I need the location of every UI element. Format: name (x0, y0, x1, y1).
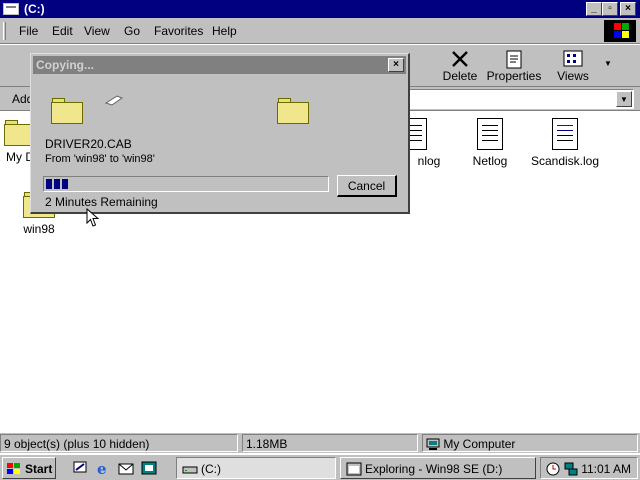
internet-explorer-icon[interactable]: e (95, 460, 111, 476)
copy-progress-bar (43, 176, 329, 192)
properties-label: Properties (486, 69, 542, 83)
file-item[interactable]: Netlog (452, 118, 528, 168)
menu-go[interactable]: Go (124, 24, 140, 38)
status-location: My Computer (443, 437, 516, 451)
network-icon[interactable] (563, 461, 579, 477)
task-label: (C:) (201, 462, 221, 476)
menu-help[interactable]: Help (212, 24, 237, 38)
start-label: Start (25, 462, 53, 476)
progress-fill (46, 179, 70, 189)
desktop-shortcut-icon[interactable] (72, 460, 88, 476)
destination-folder-icon (277, 98, 309, 124)
dialog-close-button[interactable]: × (388, 58, 404, 72)
menu-favorites[interactable]: Favorites (154, 24, 203, 38)
close-button[interactable]: × (620, 2, 636, 16)
drive-icon (3, 3, 19, 15)
file-label: Netlog (472, 154, 508, 168)
menu-view[interactable]: View (84, 24, 110, 38)
scheduler-icon[interactable] (545, 461, 561, 477)
dialog-title-bar[interactable]: Copying... × (33, 56, 406, 74)
copying-dialog: Copying... × DRIVER20.CAB From 'win98' t… (30, 53, 410, 214)
file-label: win98 (23, 222, 55, 236)
explorer-icon (346, 462, 362, 476)
mouse-cursor-icon (86, 208, 100, 227)
computer-icon (426, 438, 440, 450)
address-dropdown-button[interactable]: ▼ (616, 91, 632, 107)
minimize-button[interactable]: _ (586, 2, 602, 16)
file-label: Scandisk.log (530, 154, 600, 168)
log-file-icon (552, 118, 578, 150)
delete-x-icon (452, 51, 468, 67)
views-icon (563, 50, 583, 67)
views-dropdown-arrow-icon[interactable]: ▼ (604, 59, 612, 68)
restore-button[interactable]: ▫ (602, 2, 618, 16)
task-label: Exploring - Win98 SE (D:) (365, 462, 503, 476)
source-folder-icon (51, 98, 83, 124)
drive-icon (182, 466, 198, 474)
menu-file[interactable]: File (19, 24, 38, 38)
cancel-button[interactable]: Cancel (337, 175, 397, 197)
text-file-icon (477, 118, 503, 150)
status-bar: 9 object(s) (plus 10 hidden) 1.18MB My C… (0, 433, 640, 453)
start-button[interactable]: Start (2, 457, 56, 479)
channels-icon[interactable] (141, 460, 157, 476)
status-location-panel: My Computer (422, 434, 638, 452)
progress-block (54, 179, 60, 189)
outlook-express-icon[interactable] (118, 460, 134, 476)
time-remaining: 2 Minutes Remaining (45, 195, 158, 209)
address-input[interactable]: ▼ (390, 89, 634, 109)
file-item[interactable]: Scandisk.log (527, 118, 603, 168)
properties-icon (506, 50, 522, 69)
dialog-title: Copying... (36, 58, 94, 72)
system-tray: 11:01 AM (540, 457, 638, 479)
copy-filename: DRIVER20.CAB (45, 137, 132, 151)
clock[interactable]: 11:01 AM (581, 462, 631, 476)
task-button-exploring[interactable]: Exploring - Win98 SE (D:) (340, 457, 536, 479)
progress-block (46, 179, 52, 189)
windows-logo-icon (604, 20, 636, 42)
status-size: 1.18MB (242, 434, 418, 452)
copy-source-destination: From 'win98' to 'win98' (45, 153, 155, 165)
menu-bar: File Edit View Go Favorites Help (0, 18, 640, 44)
delete-label: Delete (442, 69, 478, 83)
taskbar: Start e (C:) Exploring - Win98 SE (D:) 1… (0, 454, 640, 480)
menu-edit[interactable]: Edit (52, 24, 73, 38)
delete-button[interactable]: Delete (436, 47, 484, 85)
properties-button[interactable]: Properties (486, 47, 542, 85)
file-label: nlog (417, 154, 441, 168)
views-label: Views (557, 69, 589, 83)
views-button[interactable]: Views (550, 47, 596, 85)
svg-text:e: e (97, 460, 107, 476)
progress-block (62, 179, 68, 189)
window-title: (C:) (24, 2, 45, 16)
status-objects: 9 object(s) (plus 10 hidden) (0, 434, 238, 452)
task-button-c-drive[interactable]: (C:) (176, 457, 336, 479)
flying-document-icon (105, 95, 123, 106)
windows-flag-icon (7, 463, 21, 475)
window-title-bar[interactable]: (C:) _ ▫ × (0, 0, 640, 18)
menu-grip[interactable] (3, 22, 6, 40)
